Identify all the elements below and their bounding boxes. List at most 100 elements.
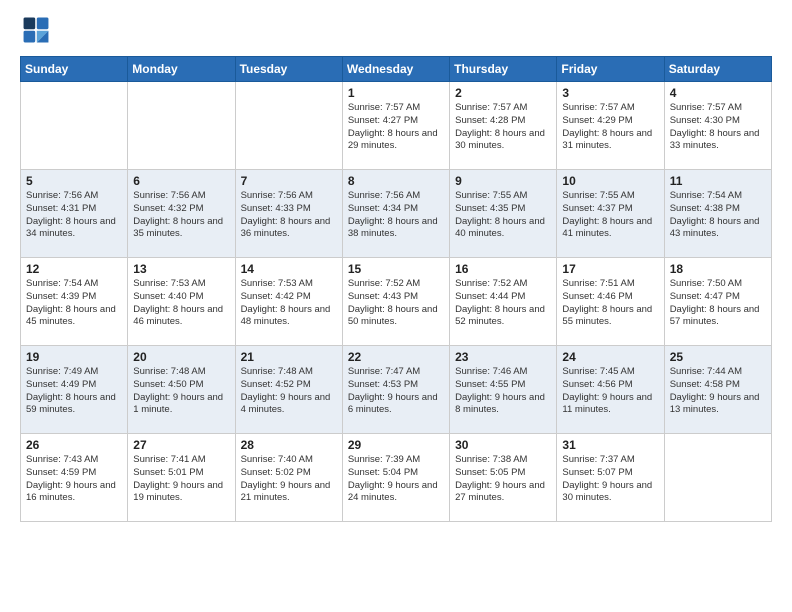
day-number: 1 (348, 86, 444, 100)
day-info: Sunrise: 7:40 AM Sunset: 5:02 PM Dayligh… (241, 454, 337, 505)
day-number: 27 (133, 438, 229, 452)
calendar-cell: 27 Sunrise: 7:41 AM Sunset: 5:01 PM Dayli… (128, 434, 235, 522)
day-number: 6 (133, 174, 229, 188)
calendar-cell: 3 Sunrise: 7:57 AM Sunset: 4:29 PM Daylig… (557, 82, 664, 170)
day-number: 30 (455, 438, 551, 452)
day-number: 8 (348, 174, 444, 188)
day-number: 28 (241, 438, 337, 452)
calendar-cell: 17Sunrise: 7:51 AM Sunset: 4:46 PM Dayli… (557, 258, 664, 346)
day-info: Sunrise: 7:45 AM Sunset: 4:56 PM Dayligh… (562, 366, 658, 417)
day-number: 23 (455, 350, 551, 364)
day-number: 10 (562, 174, 658, 188)
calendar-cell: 23 Sunrise: 7:46 AM Sunset: 4:55 PM Dayli… (450, 346, 557, 434)
calendar-cell: 5 Sunrise: 7:56 AM Sunset: 4:31 PM Daylig… (21, 170, 128, 258)
weekday-header-wednesday: Wednesday (342, 57, 449, 82)
day-number: 21 (241, 350, 337, 364)
calendar-cell: 9 Sunrise: 7:55 AM Sunset: 4:35 PM Daylig… (450, 170, 557, 258)
day-number: 12 (26, 262, 122, 276)
day-info: Sunrise: 7:54 AM Sunset: 4:39 PM Dayligh… (26, 278, 122, 329)
calendar-cell: 1 Sunrise: 7:57 AM Sunset: 4:27 PM Daylig… (342, 82, 449, 170)
day-info: Sunrise: 7:50 AM Sunset: 4:47 PM Dayligh… (670, 278, 766, 329)
day-info: Sunrise: 7:48 AM Sunset: 4:50 PM Dayligh… (133, 366, 229, 417)
calendar-cell: 4Sunrise: 7:57 AM Sunset: 4:30 PM Daylig… (664, 82, 771, 170)
weekday-header-tuesday: Tuesday (235, 57, 342, 82)
weekday-header-sunday: Sunday (21, 57, 128, 82)
calendar-cell: 14 Sunrise: 7:53 AM Sunset: 4:42 PM Dayli… (235, 258, 342, 346)
calendar-cell: 11Sunrise: 7:54 AM Sunset: 4:38 PM Dayli… (664, 170, 771, 258)
day-number: 26 (26, 438, 122, 452)
day-number: 22 (348, 350, 444, 364)
day-info: Sunrise: 7:44 AM Sunset: 4:58 PM Dayligh… (670, 366, 766, 417)
day-info: Sunrise: 7:57 AM Sunset: 4:29 PM Dayligh… (562, 102, 658, 153)
day-number: 14 (241, 262, 337, 276)
calendar-cell: 25 Sunrise: 7:44 AM Sunset: 4:58 PM Dayli… (664, 346, 771, 434)
day-info: Sunrise: 7:56 AM Sunset: 4:32 PM Dayligh… (133, 190, 229, 241)
calendar-cell (128, 82, 235, 170)
logo-icon (22, 16, 50, 44)
calendar-week-1: 1 Sunrise: 7:57 AM Sunset: 4:27 PM Daylig… (21, 82, 772, 170)
weekday-header-monday: Monday (128, 57, 235, 82)
day-info: Sunrise: 7:56 AM Sunset: 4:31 PM Dayligh… (26, 190, 122, 241)
day-info: Sunrise: 7:38 AM Sunset: 5:05 PM Dayligh… (455, 454, 551, 505)
weekday-header-saturday: Saturday (664, 57, 771, 82)
day-number: 18 (670, 262, 766, 276)
calendar-cell: 8 Sunrise: 7:56 AM Sunset: 4:34 PM Daylig… (342, 170, 449, 258)
day-number: 7 (241, 174, 337, 188)
day-info: Sunrise: 7:56 AM Sunset: 4:34 PM Dayligh… (348, 190, 444, 241)
calendar-cell: 10 Sunrise: 7:55 AM Sunset: 4:37 PM Dayli… (557, 170, 664, 258)
page-header (20, 16, 772, 44)
day-number: 13 (133, 262, 229, 276)
calendar-week-5: 26 Sunrise: 7:43 AM Sunset: 4:59 PM Dayli… (21, 434, 772, 522)
calendar-cell: 29 Sunrise: 7:39 AM Sunset: 5:04 PM Dayli… (342, 434, 449, 522)
day-info: Sunrise: 7:37 AM Sunset: 5:07 PM Dayligh… (562, 454, 658, 505)
calendar-cell: 19 Sunrise: 7:49 AM Sunset: 4:49 PM Dayli… (21, 346, 128, 434)
day-info: Sunrise: 7:47 AM Sunset: 4:53 PM Dayligh… (348, 366, 444, 417)
day-number: 3 (562, 86, 658, 100)
calendar-cell: 13Sunrise: 7:53 AM Sunset: 4:40 PM Dayli… (128, 258, 235, 346)
calendar-table: SundayMondayTuesdayWednesdayThursdayFrid… (20, 56, 772, 522)
calendar-cell: 18 Sunrise: 7:50 AM Sunset: 4:47 PM Dayli… (664, 258, 771, 346)
day-info: Sunrise: 7:39 AM Sunset: 5:04 PM Dayligh… (348, 454, 444, 505)
calendar-week-4: 19 Sunrise: 7:49 AM Sunset: 4:49 PM Dayli… (21, 346, 772, 434)
day-info: Sunrise: 7:55 AM Sunset: 4:35 PM Dayligh… (455, 190, 551, 241)
day-number: 16 (455, 262, 551, 276)
day-info: Sunrise: 7:49 AM Sunset: 4:49 PM Dayligh… (26, 366, 122, 417)
day-number: 31 (562, 438, 658, 452)
day-number: 9 (455, 174, 551, 188)
weekday-header-friday: Friday (557, 57, 664, 82)
calendar-cell: 15 Sunrise: 7:52 AM Sunset: 4:43 PM Dayli… (342, 258, 449, 346)
day-info: Sunrise: 7:57 AM Sunset: 4:28 PM Dayligh… (455, 102, 551, 153)
day-number: 4 (670, 86, 766, 100)
day-info: Sunrise: 7:57 AM Sunset: 4:27 PM Dayligh… (348, 102, 444, 153)
day-info: Sunrise: 7:52 AM Sunset: 4:43 PM Dayligh… (348, 278, 444, 329)
day-number: 25 (670, 350, 766, 364)
day-info: Sunrise: 7:41 AM Sunset: 5:01 PM Dayligh… (133, 454, 229, 505)
calendar-cell: 21 Sunrise: 7:48 AM Sunset: 4:52 PM Dayli… (235, 346, 342, 434)
day-number: 5 (26, 174, 122, 188)
calendar-cell (235, 82, 342, 170)
calendar-cell (21, 82, 128, 170)
day-info: Sunrise: 7:48 AM Sunset: 4:52 PM Dayligh… (241, 366, 337, 417)
day-number: 29 (348, 438, 444, 452)
calendar-cell: 16Sunrise: 7:52 AM Sunset: 4:44 PM Dayli… (450, 258, 557, 346)
calendar-week-2: 5 Sunrise: 7:56 AM Sunset: 4:31 PM Daylig… (21, 170, 772, 258)
calendar-cell (664, 434, 771, 522)
day-info: Sunrise: 7:43 AM Sunset: 4:59 PM Dayligh… (26, 454, 122, 505)
calendar-cell: 7 Sunrise: 7:56 AM Sunset: 4:33 PM Daylig… (235, 170, 342, 258)
day-info: Sunrise: 7:53 AM Sunset: 4:42 PM Dayligh… (241, 278, 337, 329)
calendar-cell: 31 Sunrise: 7:37 AM Sunset: 5:07 PM Dayli… (557, 434, 664, 522)
day-info: Sunrise: 7:55 AM Sunset: 4:37 PM Dayligh… (562, 190, 658, 241)
calendar-cell: 26 Sunrise: 7:43 AM Sunset: 4:59 PM Dayli… (21, 434, 128, 522)
day-number: 2 (455, 86, 551, 100)
day-number: 15 (348, 262, 444, 276)
calendar-cell: 22 Sunrise: 7:47 AM Sunset: 4:53 PM Dayli… (342, 346, 449, 434)
day-info: Sunrise: 7:56 AM Sunset: 4:33 PM Dayligh… (241, 190, 337, 241)
calendar-cell: 6 Sunrise: 7:56 AM Sunset: 4:32 PM Daylig… (128, 170, 235, 258)
day-info: Sunrise: 7:51 AM Sunset: 4:46 PM Dayligh… (562, 278, 658, 329)
calendar-cell: 28 Sunrise: 7:40 AM Sunset: 5:02 PM Dayli… (235, 434, 342, 522)
day-number: 19 (26, 350, 122, 364)
calendar-week-3: 12 Sunrise: 7:54 AM Sunset: 4:39 PM Dayli… (21, 258, 772, 346)
day-info: Sunrise: 7:54 AM Sunset: 4:38 PM Dayligh… (670, 190, 766, 241)
day-info: Sunrise: 7:46 AM Sunset: 4:55 PM Dayligh… (455, 366, 551, 417)
calendar-body: 1 Sunrise: 7:57 AM Sunset: 4:27 PM Daylig… (21, 82, 772, 522)
